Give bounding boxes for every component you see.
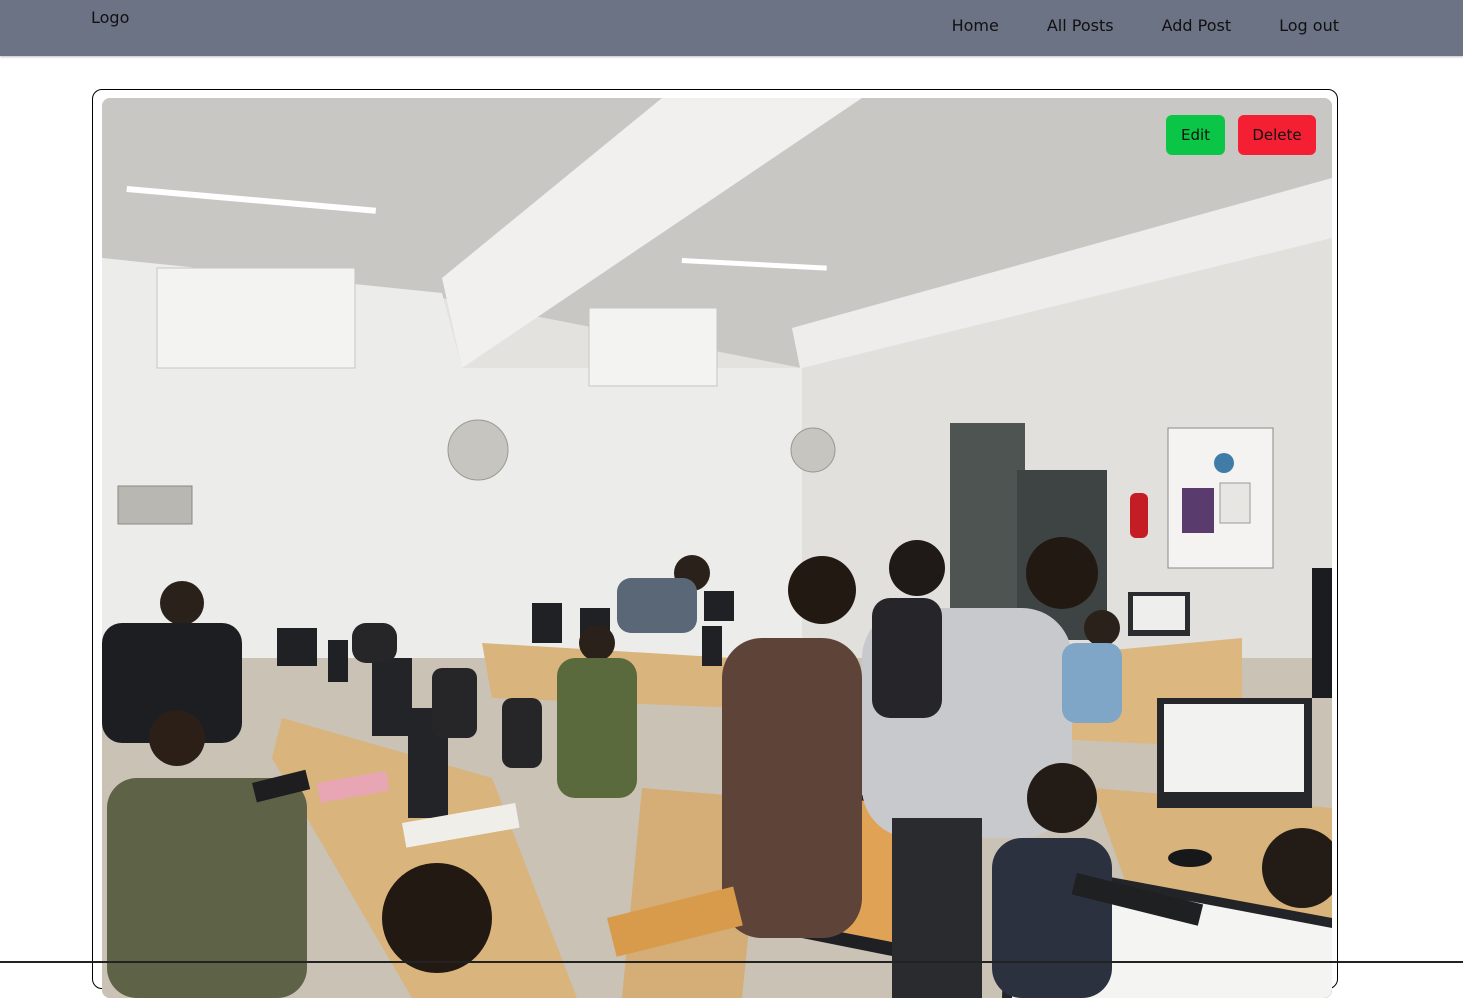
- nav-link-home[interactable]: Home: [952, 16, 999, 35]
- delete-button[interactable]: Delete: [1238, 115, 1316, 155]
- classroom-photo: [102, 98, 1332, 998]
- post-card: Edit Delete: [92, 89, 1338, 998]
- nav-link-add-post[interactable]: Add Post: [1162, 16, 1232, 35]
- logo[interactable]: Logo: [91, 8, 129, 27]
- nav-link-all-posts[interactable]: All Posts: [1047, 16, 1114, 35]
- edit-button[interactable]: Edit: [1166, 115, 1225, 155]
- post-image: [102, 98, 1332, 998]
- nav-link-log-out[interactable]: Log out: [1279, 16, 1339, 35]
- nav-links: Home All Posts Add Post Log out: [952, 16, 1339, 35]
- navbar: Logo Home All Posts Add Post Log out: [0, 0, 1463, 56]
